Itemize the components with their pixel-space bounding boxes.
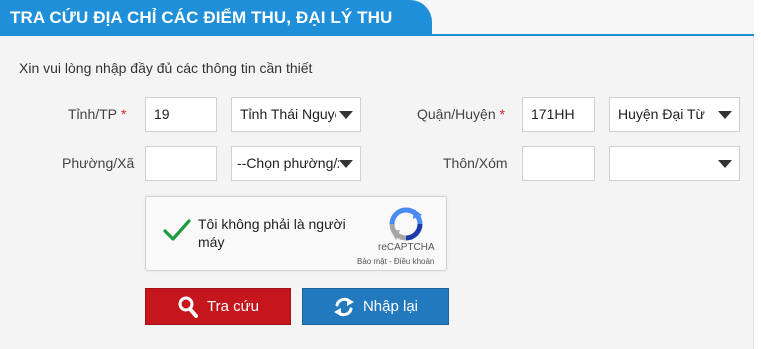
province-label-text: Tỉnh/TP <box>68 106 118 122</box>
chevron-down-icon <box>718 160 732 168</box>
hamlet-select[interactable] <box>609 146 740 181</box>
required-mark: * <box>499 106 506 122</box>
province-label: Tỉnh/TP * <box>68 106 126 122</box>
hamlet-code-input[interactable] <box>522 146 595 181</box>
search-icon <box>177 295 207 319</box>
page-title: TRA CỨU ĐỊA CHỈ CÁC ĐIỂM THU, ĐẠI LÝ THU <box>10 8 393 27</box>
chevron-down-icon <box>339 111 353 119</box>
recaptcha-widget: Tôi không phải là người máy reCAPTCHA Bả… <box>145 196 447 271</box>
recaptcha-logo-icon <box>389 207 423 244</box>
header-bar: TRA CỨU ĐỊA CHỈ CÁC ĐIỂM THU, ĐẠI LÝ THU <box>0 0 754 36</box>
district-code-input[interactable]: 171HH <box>522 97 595 132</box>
province-select[interactable]: Tỉnh Thái Nguyên <box>231 97 361 132</box>
ward-code-input[interactable] <box>145 146 217 181</box>
search-button[interactable]: Tra cứu <box>145 288 291 325</box>
ward-select[interactable]: --Chọn phường/xã-- <box>231 146 361 181</box>
ward-select-value: --Chọn phường/xã-- <box>237 155 339 171</box>
intro-text: Xin vui lòng nhập đầy đủ các thông tin c… <box>19 60 313 76</box>
header-tab: TRA CỨU ĐỊA CHỈ CÁC ĐIỂM THU, ĐẠI LÝ THU <box>0 0 432 36</box>
required-mark: * <box>121 106 127 122</box>
district-label-text: Quận/Huyện <box>417 106 496 122</box>
reset-button[interactable]: Nhập lại <box>302 288 449 325</box>
province-code-input[interactable]: 19 <box>145 97 217 132</box>
district-select[interactable]: Huyện Đại Từ <box>609 97 740 132</box>
search-button-label: Tra cứu <box>207 298 259 315</box>
recaptcha-label: Tôi không phải là người máy <box>198 216 346 250</box>
province-select-value: Tỉnh Thái Nguyên <box>240 106 336 122</box>
ward-label: Phường/Xã <box>62 155 135 171</box>
chevron-down-icon <box>339 160 353 168</box>
reset-button-label: Nhập lại <box>362 298 419 315</box>
chevron-down-icon <box>718 111 732 119</box>
recaptcha-brand: reCAPTCHA <box>378 242 435 253</box>
refresh-icon <box>333 296 363 318</box>
check-icon[interactable] <box>162 217 192 246</box>
district-select-value: Huyện Đại Từ <box>618 106 705 122</box>
search-panel: TRA CỨU ĐỊA CHỈ CÁC ĐIỂM THU, ĐẠI LÝ THU… <box>0 0 754 349</box>
district-label: Quận/Huyện * <box>417 106 505 122</box>
recaptcha-links[interactable]: Bảo mật - Điều khoản <box>357 257 434 266</box>
hamlet-label: Thôn/Xóm <box>443 155 508 171</box>
